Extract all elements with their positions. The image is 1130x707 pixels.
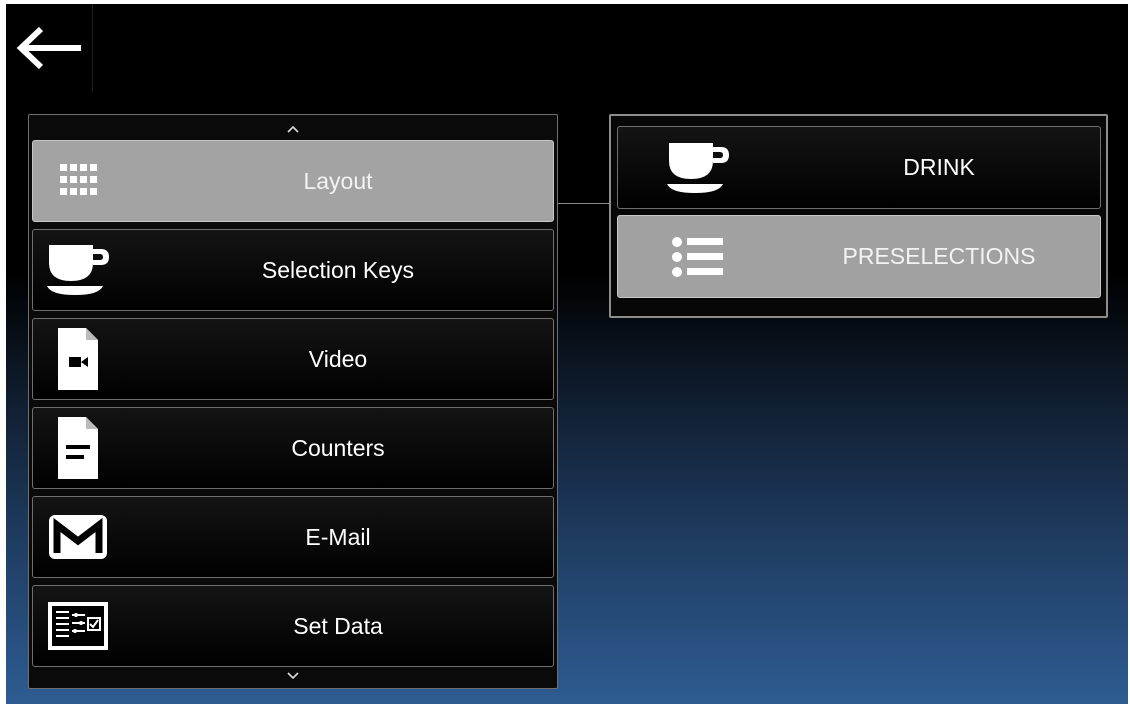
submenu-panel: DRINK PRESELECTIONS bbox=[609, 114, 1108, 318]
mail-icon bbox=[33, 497, 123, 577]
screen: Layout Selection Keys Video Counters E-M… bbox=[6, 4, 1128, 704]
menu-item-set-data[interactable]: Set Data bbox=[32, 585, 554, 667]
menu-item-counters[interactable]: Counters bbox=[32, 407, 554, 489]
cup-icon bbox=[33, 230, 123, 310]
menu-item-email[interactable]: E-Mail bbox=[32, 496, 554, 578]
menu-item-label: Counters bbox=[291, 434, 385, 461]
scroll-down-button[interactable] bbox=[29, 665, 557, 685]
main-menu-panel: Layout Selection Keys Video Counters E-M… bbox=[28, 114, 558, 689]
menu-item-label: Selection Keys bbox=[261, 256, 415, 283]
menu-item-label: E-Mail bbox=[305, 523, 371, 550]
menu-item-layout[interactable]: Layout bbox=[32, 140, 554, 222]
back-button[interactable] bbox=[6, 4, 93, 92]
menu-item-label: Set Data bbox=[293, 612, 383, 639]
menu-item-video[interactable]: Video bbox=[32, 318, 554, 400]
grid-icon bbox=[33, 141, 123, 221]
settings-checklist-icon bbox=[33, 586, 123, 666]
top-bar bbox=[6, 4, 1128, 102]
submenu-item-drink[interactable]: DRINK bbox=[617, 126, 1101, 209]
menu-item-selection-keys[interactable]: Selection Keys bbox=[32, 229, 554, 311]
document-icon bbox=[33, 408, 123, 488]
chevron-up-icon bbox=[287, 125, 299, 133]
video-file-icon bbox=[33, 319, 123, 399]
scroll-up-button[interactable] bbox=[29, 119, 557, 139]
menu-item-label: Layout bbox=[303, 167, 373, 194]
list-icon bbox=[618, 216, 778, 297]
submenu-item-label: DRINK bbox=[903, 154, 975, 180]
submenu-item-preselections[interactable]: PRESELECTIONS bbox=[617, 215, 1101, 298]
submenu-item-label: PRESELECTIONS bbox=[842, 243, 1036, 269]
menu-item-label: Video bbox=[308, 345, 368, 372]
cup-icon bbox=[618, 127, 778, 208]
chevron-down-icon bbox=[287, 672, 299, 679]
arrow-left-icon bbox=[16, 26, 81, 70]
connector-line bbox=[558, 203, 611, 204]
